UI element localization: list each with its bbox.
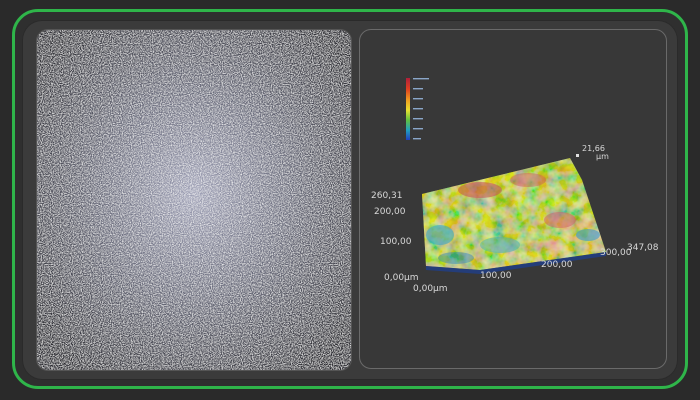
microscope-image-panel[interactable] (36, 29, 352, 371)
microscope-image (37, 30, 351, 370)
z-axis-marker (576, 154, 579, 157)
surface-plot: 21,66 µm 260,31 200,00 100,00 0,00µm 0,0… (371, 78, 659, 294)
x-tick-label: 200,00 (541, 260, 573, 270)
surface-plot-panel[interactable]: 21,66 µm 260,31 200,00 100,00 0,00µm 0,0… (359, 29, 667, 369)
y-tick-label: 100,00 (380, 237, 412, 247)
y-tick-label: 200,00 (374, 207, 406, 217)
surface-mesh (422, 158, 606, 274)
z-unit-label: µm (596, 152, 609, 161)
color-scale-legend (406, 78, 429, 140)
x-max-label: 347,08 (627, 243, 659, 253)
y-origin-label: 0,00µm (384, 273, 419, 283)
x-tick-label: 100,00 (480, 271, 512, 281)
x-origin-label: 0,00µm (413, 284, 448, 294)
y-max-label: 260,31 (371, 191, 403, 201)
